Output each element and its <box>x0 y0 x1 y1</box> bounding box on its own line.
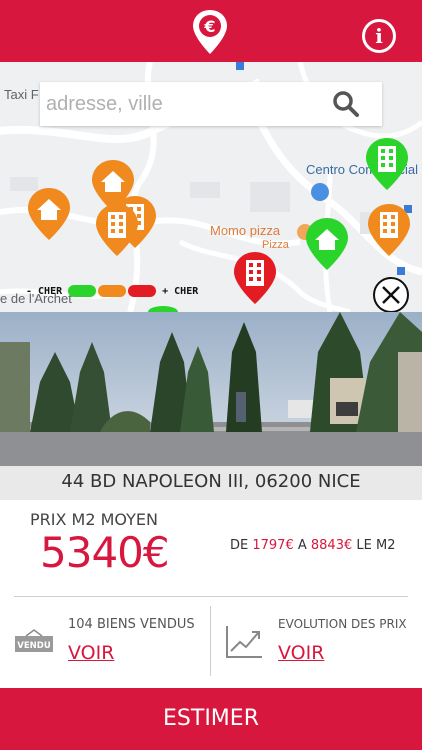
legend-right-label: + CHER <box>162 285 199 297</box>
map-pin-house-icon[interactable] <box>304 216 350 272</box>
search-input[interactable] <box>46 88 326 120</box>
app-root: € i Taxi F Centro Commercial Momo pizza … <box>0 0 422 750</box>
search-bar <box>40 82 382 126</box>
address-label: 44 BD NAPOLEON III, 06200 NICE <box>0 466 422 500</box>
map-view[interactable]: Taxi F Centro Commercial Momo pizza Pizz… <box>0 62 422 312</box>
price-m2-label: PRIX M2 MOYEN <box>30 510 158 529</box>
legend-bar-red <box>128 285 157 297</box>
sold-voir-link[interactable]: VOIR <box>68 642 114 664</box>
euro-location-pin-icon: € <box>193 10 227 54</box>
evolution-label: EVOLUTION DES PRIX <box>278 617 407 631</box>
info-button[interactable]: i <box>362 19 396 53</box>
search-icon[interactable] <box>332 90 360 118</box>
range-max: 8843€ <box>310 538 353 553</box>
legend-bar-green <box>68 285 97 297</box>
legend-bar-orange <box>98 285 127 297</box>
sold-count-label: 104 BIENS VENDUS <box>68 617 195 632</box>
legend-left-label: - CHER <box>26 285 63 297</box>
divider-vertical <box>210 606 211 676</box>
map-label-momo: Momo pizza <box>210 223 281 238</box>
map-label-taxi: Taxi F <box>4 87 39 102</box>
map-pin-building-icon[interactable] <box>94 202 140 258</box>
range-mid: A <box>293 538 311 553</box>
svg-text:€: € <box>203 17 215 36</box>
evolution-voir-link[interactable]: VOIR <box>278 642 324 664</box>
close-icon[interactable] <box>372 276 410 312</box>
price-range: DE 1797€ A 8843€ LE M2 <box>230 538 395 553</box>
estimer-button[interactable]: ESTIMER <box>0 688 422 750</box>
map-pin-building-icon[interactable] <box>232 250 278 306</box>
price-evolution-chart-icon <box>226 626 262 658</box>
range-min: 1797€ <box>252 538 294 553</box>
divider-horizontal <box>14 596 408 597</box>
range-suffix: LE M2 <box>352 538 396 553</box>
header-bar: € i <box>0 0 422 62</box>
sold-sign-icon: VENDU <box>15 629 53 652</box>
sold-icon-text: VENDU <box>17 641 51 651</box>
range-prefix: DE <box>230 538 253 553</box>
street-view-photo <box>0 312 422 466</box>
price-legend: - CHER + CHER <box>26 283 198 299</box>
map-pin-building-icon[interactable] <box>366 202 412 258</box>
price-m2-value: 5340€ <box>40 528 170 577</box>
map-pin-house-icon[interactable] <box>26 186 72 242</box>
map-pin-building-icon[interactable] <box>364 136 410 192</box>
